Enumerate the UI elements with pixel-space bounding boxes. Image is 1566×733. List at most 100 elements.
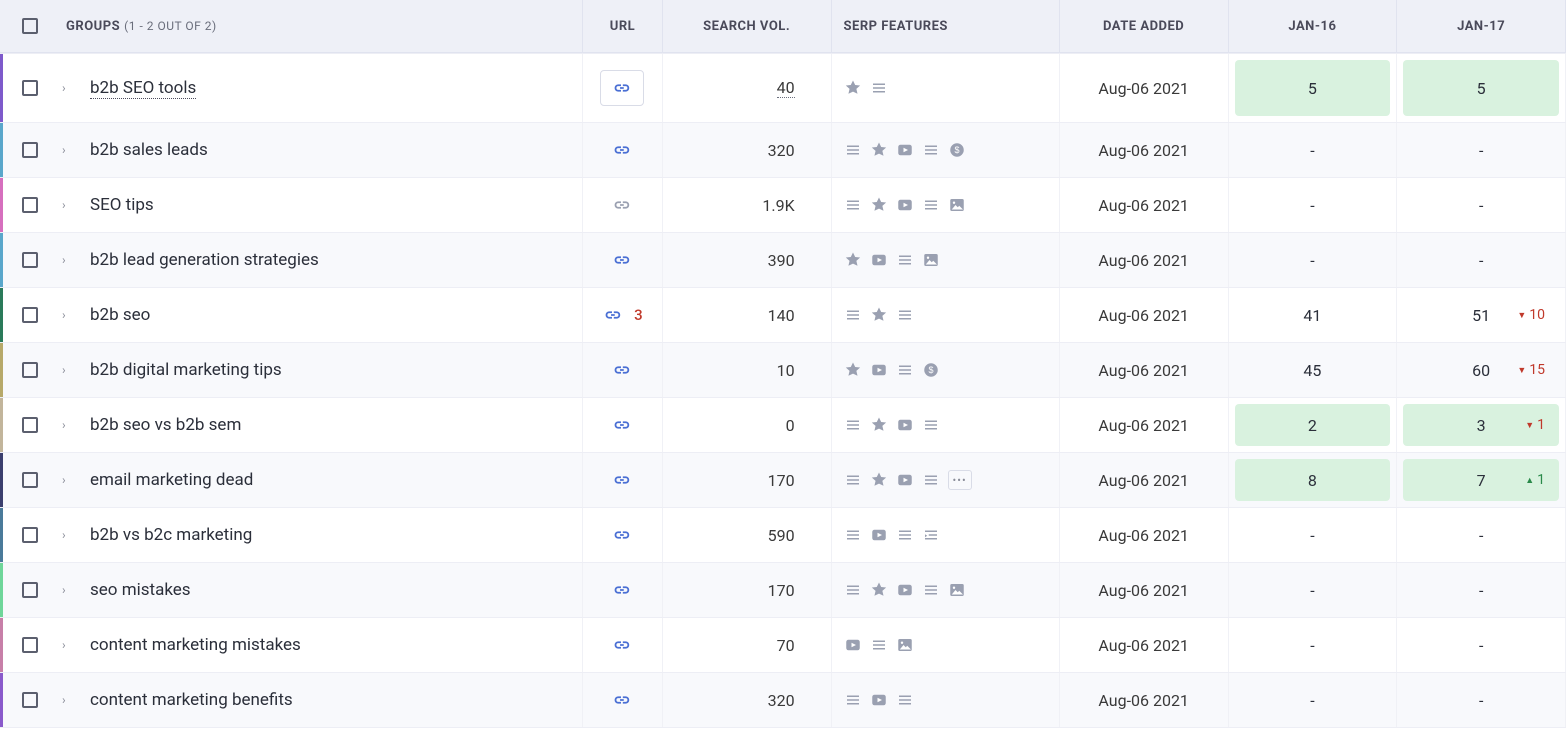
url-link[interactable]: [611, 634, 633, 656]
url-link[interactable]: [611, 524, 633, 546]
table-row[interactable]: › b2b lead generation strategies 390 Aug…: [0, 233, 1566, 288]
star-icon: [870, 416, 888, 434]
rank-delta: ▼ 10: [1517, 307, 1545, 323]
star-icon: [844, 361, 862, 379]
row-checkbox[interactable]: [22, 362, 38, 378]
group-color-bar: [0, 508, 3, 562]
chevron-right-icon[interactable]: ›: [62, 638, 72, 652]
url-link[interactable]: [611, 579, 633, 601]
keyword-label[interactable]: content marketing mistakes: [90, 635, 301, 655]
search-volume: 40: [777, 78, 795, 98]
table-row[interactable]: › b2b digital marketing tips 10 Aug-06 2…: [0, 343, 1566, 398]
url-link[interactable]: [611, 194, 633, 216]
row-checkbox[interactable]: [22, 417, 38, 433]
header-groups[interactable]: GROUPS (1 - 2 OUT OF 2): [0, 0, 583, 53]
rank-value: -: [1479, 691, 1483, 710]
rank-jan16-cell: -: [1235, 514, 1391, 556]
image-icon: [948, 196, 966, 214]
more-icon[interactable]: •••: [948, 470, 972, 490]
table-row[interactable]: › b2b seo vs b2b sem 0 Aug-06 2021 2 3▼ …: [0, 398, 1566, 453]
header-date[interactable]: DATE ADDED: [1060, 0, 1229, 53]
table-row[interactable]: › b2b SEO tools 40 Aug-06 2021 5 5: [0, 54, 1566, 123]
rank-value: -: [1310, 636, 1314, 655]
search-volume: 590: [768, 526, 795, 545]
url-button[interactable]: [600, 70, 644, 106]
chevron-right-icon[interactable]: ›: [62, 308, 72, 322]
star-icon: [870, 581, 888, 599]
lines-icon: [896, 361, 914, 379]
keyword-label[interactable]: b2b vs b2c marketing: [90, 525, 252, 545]
url-link[interactable]: [611, 139, 633, 161]
search-volume: 1.9K: [762, 196, 794, 215]
chevron-right-icon[interactable]: ›: [62, 583, 72, 597]
table-row[interactable]: › SEO tips 1.9K Aug-06 2021 - -: [0, 178, 1566, 233]
chevron-right-icon[interactable]: ›: [62, 693, 72, 707]
lines-icon: [844, 196, 862, 214]
table-row[interactable]: › b2b vs b2c marketing 590 Aug-06 2021 -…: [0, 508, 1566, 563]
url-link[interactable]: [611, 689, 633, 711]
row-checkbox[interactable]: [22, 582, 38, 598]
select-all-checkbox[interactable]: [22, 18, 38, 34]
keyword-label[interactable]: b2b digital marketing tips: [90, 360, 282, 380]
rank-jan17-cell: 3▼ 1: [1403, 404, 1559, 446]
table-row[interactable]: › content marketing benefits 320 Aug-06 …: [0, 673, 1566, 728]
table-row[interactable]: › b2b seo 3 140 Aug-06 2021 41 51▼ 10: [0, 288, 1566, 343]
url-link[interactable]: [611, 414, 633, 436]
keyword-label[interactable]: seo mistakes: [90, 580, 191, 600]
keyword-label[interactable]: b2b lead generation strategies: [90, 250, 319, 270]
header-search-vol[interactable]: SEARCH VOL.: [663, 0, 832, 53]
row-checkbox[interactable]: [22, 472, 38, 488]
keyword-label[interactable]: b2b SEO tools: [90, 78, 196, 99]
chevron-right-icon[interactable]: ›: [62, 363, 72, 377]
chevron-right-icon[interactable]: ›: [62, 81, 72, 95]
row-checkbox[interactable]: [22, 142, 38, 158]
date-added: Aug-06 2021: [1060, 288, 1229, 342]
indent-icon: [922, 526, 940, 544]
row-checkbox[interactable]: [22, 197, 38, 213]
header-url[interactable]: URL: [583, 0, 663, 53]
keyword-label[interactable]: b2b seo: [90, 305, 150, 325]
serp-features: [832, 233, 1060, 287]
chevron-right-icon[interactable]: ›: [62, 253, 72, 267]
table-row[interactable]: › seo mistakes 170 Aug-06 2021 - -: [0, 563, 1566, 618]
row-checkbox[interactable]: [22, 307, 38, 323]
chevron-right-icon[interactable]: ›: [62, 198, 72, 212]
header-serp[interactable]: SERP FEATURES: [832, 0, 1060, 53]
serp-features: [832, 343, 1060, 397]
header-rank1[interactable]: JAN-16: [1229, 0, 1398, 53]
chevron-right-icon[interactable]: ›: [62, 143, 72, 157]
row-checkbox[interactable]: [22, 527, 38, 543]
rank-jan17-cell: 51▼ 10: [1403, 294, 1559, 336]
row-checkbox[interactable]: [22, 252, 38, 268]
chevron-right-icon[interactable]: ›: [62, 528, 72, 542]
table-body: › b2b SEO tools 40 Aug-06 2021 5 5 › b2b…: [0, 54, 1566, 728]
row-checkbox[interactable]: [22, 637, 38, 653]
row-checkbox[interactable]: [22, 692, 38, 708]
chevron-right-icon[interactable]: ›: [62, 418, 72, 432]
keyword-label[interactable]: b2b seo vs b2b sem: [90, 415, 241, 435]
keyword-label[interactable]: b2b sales leads: [90, 140, 208, 160]
serp-features: [832, 54, 1060, 122]
up-arrow-icon: ▲: [1525, 475, 1534, 486]
rank-value: -: [1479, 581, 1483, 600]
group-color-bar: [0, 398, 3, 452]
image-icon: [922, 251, 940, 269]
url-link[interactable]: [611, 469, 633, 491]
table-row[interactable]: › email marketing dead 170 ••• Aug-06 20…: [0, 453, 1566, 508]
keyword-label[interactable]: content marketing benefits: [90, 690, 293, 710]
url-link[interactable]: [611, 249, 633, 271]
date-added: Aug-06 2021: [1060, 343, 1229, 397]
row-checkbox[interactable]: [22, 80, 38, 96]
table-row[interactable]: › b2b sales leads 320 Aug-06 2021 - -: [0, 123, 1566, 178]
header-rank2[interactable]: JAN-17: [1397, 0, 1566, 53]
chevron-right-icon[interactable]: ›: [62, 473, 72, 487]
rank-value: -: [1310, 526, 1314, 545]
url-link[interactable]: [611, 359, 633, 381]
keyword-label[interactable]: SEO tips: [90, 195, 154, 215]
group-color-bar: [0, 453, 3, 507]
rank-jan17-cell: -: [1403, 239, 1559, 281]
table-row[interactable]: › content marketing mistakes 70 Aug-06 2…: [0, 618, 1566, 673]
url-link[interactable]: 3: [602, 304, 643, 326]
rank-jan16-cell: -: [1235, 679, 1391, 721]
keyword-label[interactable]: email marketing dead: [90, 470, 253, 490]
